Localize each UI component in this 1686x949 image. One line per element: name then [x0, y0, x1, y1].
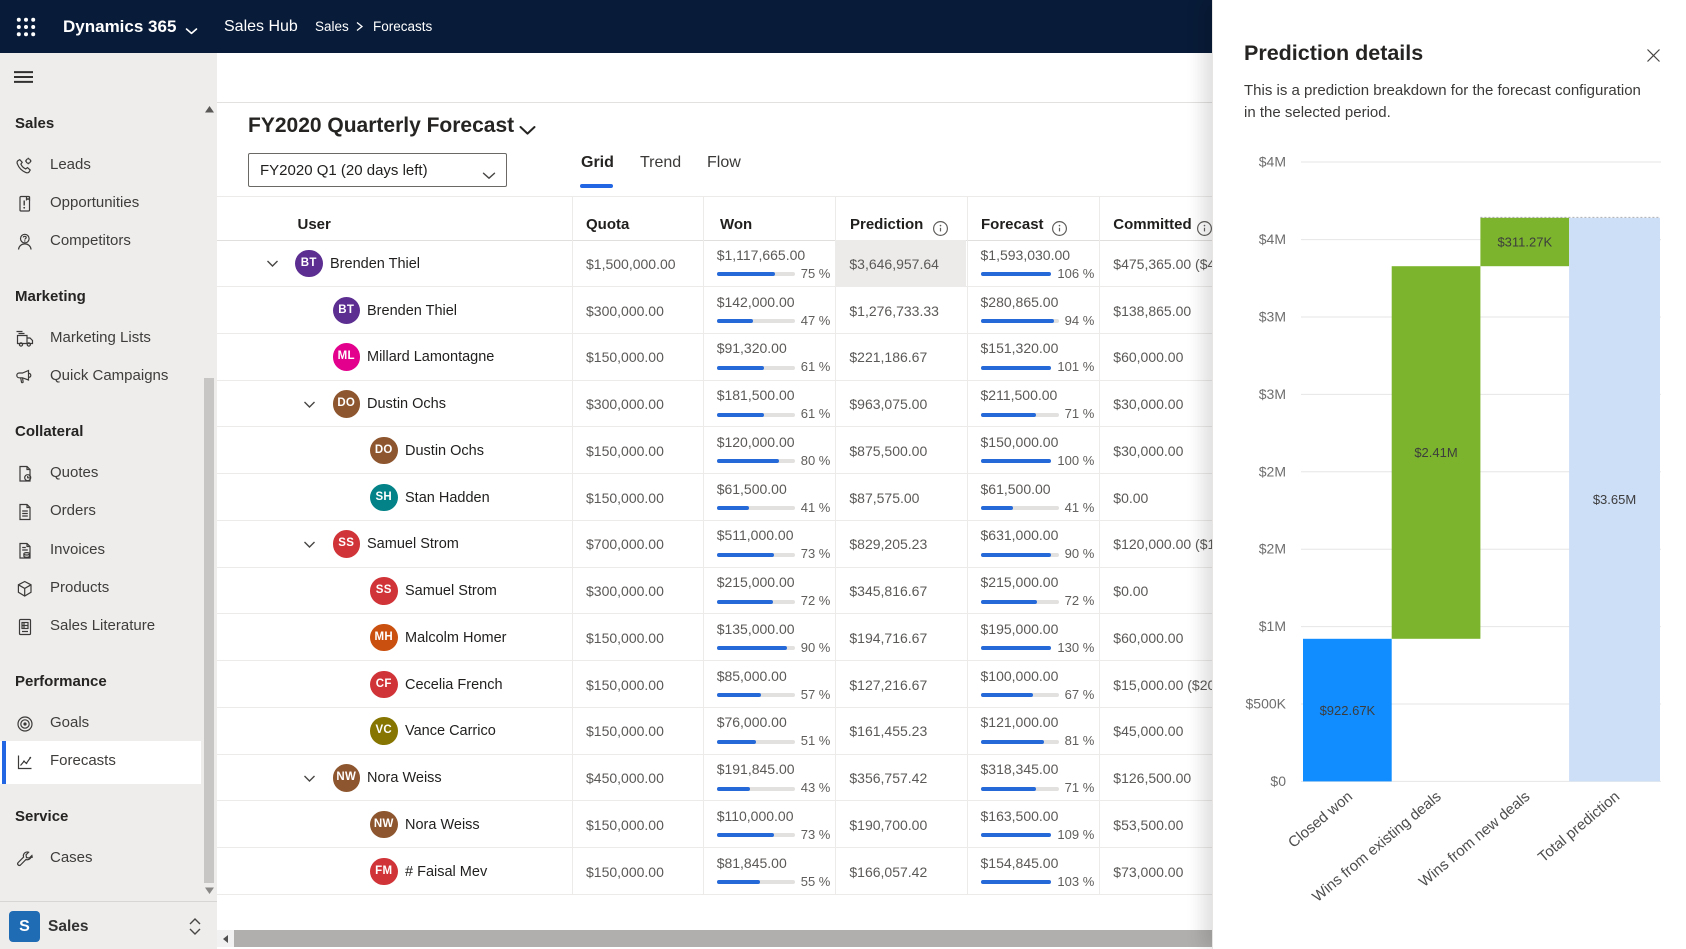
svg-text:Closed won: Closed won [1285, 788, 1356, 851]
svg-text:$3M: $3M [1259, 386, 1286, 402]
svg-text:$3M: $3M [1259, 309, 1286, 325]
svg-text:$4M: $4M [1259, 154, 1286, 170]
svg-text:$2M: $2M [1259, 541, 1286, 557]
svg-text:$311.27K: $311.27K [1497, 234, 1552, 249]
svg-text:$4M: $4M [1259, 231, 1286, 247]
svg-text:$2M: $2M [1259, 463, 1286, 479]
svg-text:$2.41M: $2.41M [1414, 445, 1457, 460]
svg-text:$0: $0 [1270, 773, 1286, 789]
svg-text:$922.67K: $922.67K [1320, 703, 1376, 718]
svg-text:$500K: $500K [1246, 696, 1287, 712]
svg-text:$3.65M: $3.65M [1593, 492, 1636, 507]
svg-text:Total prediction: Total prediction [1535, 788, 1623, 866]
svg-text:$1M: $1M [1259, 618, 1286, 634]
